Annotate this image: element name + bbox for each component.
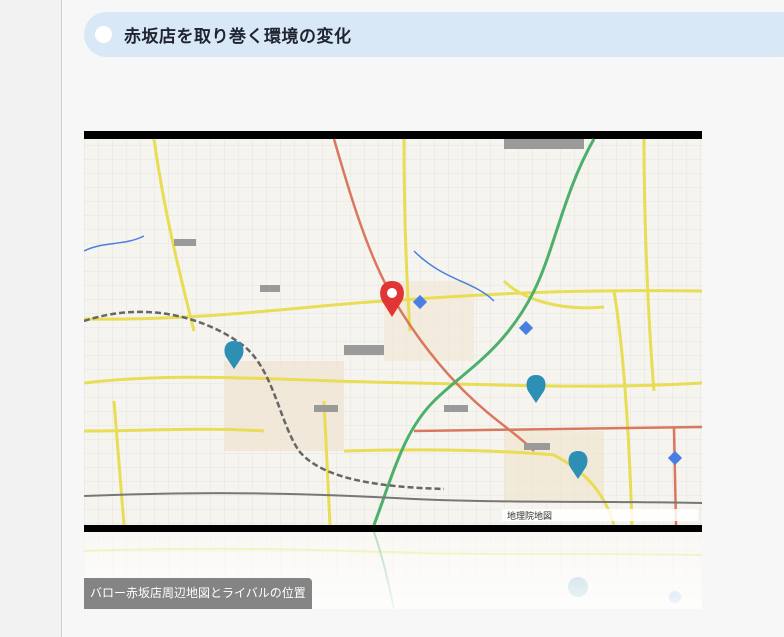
heading-title: 赤坂店を取り巻く環境の変化 <box>124 27 352 47</box>
left-sidebar-panel <box>0 0 62 637</box>
map-image: 地理院地図 <box>84 131 702 609</box>
section-heading: 赤坂店を取り巻く環境の変化 <box>84 12 784 57</box>
map-credit: 地理院地図 <box>507 510 552 522</box>
figure-caption: バロー赤坂店周辺地図とライバルの位置 <box>84 578 312 609</box>
map-figure[interactable]: 地理院地図 バロー赤坂店周辺地図とライバルの位置 <box>84 131 702 609</box>
heading-bullet-icon <box>95 26 112 43</box>
